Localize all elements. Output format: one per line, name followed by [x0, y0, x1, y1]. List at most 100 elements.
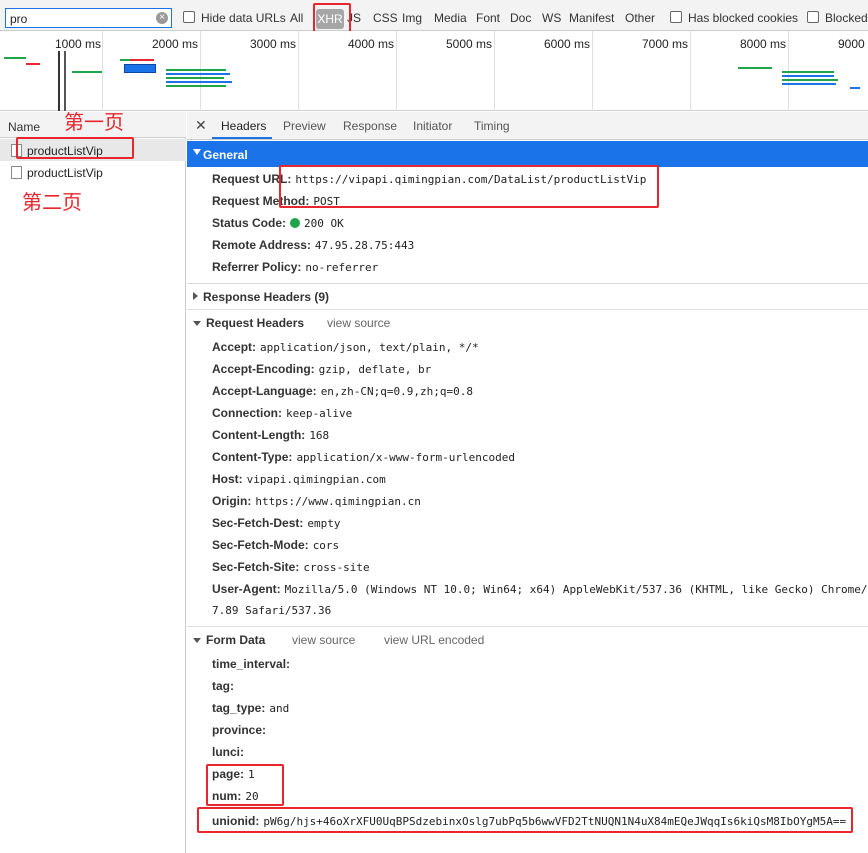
header-key: Accept-Encoding: — [212, 362, 315, 376]
header-value: https://www.qimingpian.cn — [255, 495, 421, 508]
header-key: Connection: — [212, 406, 282, 420]
form-data-row: tag_type: and — [212, 701, 289, 715]
request-header-row: Sec-Fetch-Dest: empty — [212, 516, 340, 530]
general-referrer-policy: Referrer Policy: no-referrer — [212, 260, 378, 274]
header-key: Status Code: — [212, 216, 287, 230]
request-headers-title: Request Headers — [206, 316, 305, 330]
header-key: Origin: — [212, 494, 252, 508]
active-tab-indicator — [212, 137, 272, 139]
form-data-view-url-encoded-link[interactable]: view URL encoded — [384, 633, 484, 647]
request-header-row: Sec-Fetch-Mode: cors — [212, 538, 339, 552]
form-key: time_interval: — [212, 657, 291, 671]
request-list-pane: Name productListVip productListVip — [0, 112, 186, 853]
timeline-overview[interactable]: 1000 ms 2000 ms 3000 ms 4000 ms 5000 ms … — [0, 31, 868, 111]
form-data-view-source-link[interactable]: view source — [292, 633, 355, 647]
tab-response[interactable]: Response — [343, 119, 397, 133]
hide-data-urls-checkbox[interactable] — [183, 11, 195, 23]
clear-filter-icon[interactable]: × — [156, 12, 168, 24]
header-value: cors — [312, 539, 340, 552]
header-key: Content-Type: — [212, 450, 293, 464]
timeline-tick: 6000 ms — [544, 37, 591, 51]
header-value: application/json, text/plain, */* — [260, 341, 479, 354]
request-url-highlight-box — [279, 165, 659, 208]
form-data-section[interactable]: Form Data — [193, 633, 265, 647]
request-headers-view-source-link[interactable]: view source — [327, 316, 390, 330]
request-header-row: Origin: https://www.qimingpian.cn — [212, 494, 421, 508]
filter-input[interactable]: pro × — [5, 8, 172, 28]
filter-toolbar: pro × Hide data URLs All XHR JS CSS Img … — [0, 0, 868, 31]
header-key: Sec-Fetch-Site: — [212, 560, 300, 574]
request-row[interactable]: productListVip — [0, 161, 186, 183]
type-filter-all[interactable]: All — [290, 11, 303, 25]
type-filter-doc[interactable]: Doc — [510, 11, 531, 25]
name-column-label: Name — [8, 120, 41, 134]
timeline-marker — [58, 51, 60, 111]
annotation-page-two: 第二页 — [22, 190, 82, 214]
tab-headers[interactable]: Headers — [221, 119, 266, 133]
timeline-bar — [782, 75, 834, 77]
header-value: no-referrer — [305, 261, 379, 274]
header-key: Remote Address: — [212, 238, 311, 252]
timeline-bar — [782, 79, 838, 81]
header-value: gzip, deflate, br — [318, 363, 432, 376]
request-name: productListVip — [27, 166, 103, 180]
header-key: Referrer Policy: — [212, 260, 302, 274]
request-header-row: Content-Length: 168 — [212, 428, 329, 442]
request-header-row: Accept: application/json, text/plain, */* — [212, 340, 479, 354]
type-filter-font[interactable]: Font — [476, 11, 500, 25]
timeline-tick: 7000 ms — [642, 37, 689, 51]
form-value: and — [269, 702, 290, 715]
timeline-bar — [782, 71, 834, 73]
form-data-row: tag: — [212, 679, 238, 693]
response-headers-section[interactable]: Response Headers (9) — [193, 290, 329, 304]
timeline-tick: 9000 — [838, 37, 865, 51]
type-filter-css[interactable]: CSS — [373, 11, 398, 25]
header-value: vipapi.qimingpian.com — [246, 473, 386, 486]
type-filter-img[interactable]: Img — [402, 11, 422, 25]
header-value: cross-site — [303, 561, 370, 574]
header-key: Sec-Fetch-Mode: — [212, 538, 309, 552]
tab-initiator[interactable]: Initiator — [413, 119, 452, 133]
timeline-bar — [130, 59, 154, 61]
close-details-icon[interactable]: ✕ — [195, 117, 207, 134]
section-divider — [187, 309, 868, 310]
timeline-gridline — [494, 31, 495, 111]
first-request-highlight-box — [16, 137, 134, 159]
timeline-bar — [4, 57, 26, 59]
form-data-row: province: — [212, 723, 270, 737]
status-ok-icon — [290, 218, 301, 228]
timeline-gridline — [396, 31, 397, 111]
form-key: tag: — [212, 679, 234, 693]
document-icon — [11, 166, 22, 179]
type-filter-media[interactable]: Media — [434, 11, 467, 25]
request-header-row: Accept-Language: en,zh-CN;q=0.9,zh;q=0.8 — [212, 384, 473, 398]
type-filter-manifest[interactable]: Manifest — [569, 11, 614, 25]
filter-input-value: pro — [10, 12, 28, 26]
page-num-highlight-box — [206, 764, 284, 806]
timeline-tick: 5000 ms — [446, 37, 493, 51]
type-filter-ws[interactable]: WS — [542, 11, 561, 25]
annotation-page-one: 第一页 — [64, 110, 124, 134]
tab-preview[interactable]: Preview — [283, 119, 326, 133]
collapsed-arrow-icon — [193, 292, 198, 300]
request-header-row: Accept-Encoding: gzip, deflate, br — [212, 362, 431, 376]
expand-arrow-icon — [193, 638, 201, 643]
has-blocked-cookies-checkbox[interactable] — [670, 11, 682, 23]
request-headers-section[interactable]: Request Headers — [193, 316, 304, 330]
header-key: Accept: — [212, 340, 257, 354]
section-divider — [187, 283, 868, 284]
general-section-header[interactable]: General — [187, 141, 868, 167]
timeline-tick: 8000 ms — [740, 37, 787, 51]
timeline-tick: 2000 ms — [152, 37, 199, 51]
timeline-bar — [120, 59, 130, 61]
header-value: application/x-www-form-urlencoded — [296, 451, 515, 464]
timeline-bar — [738, 67, 772, 69]
type-filter-other[interactable]: Other — [625, 11, 655, 25]
blocked-requests-checkbox[interactable] — [807, 11, 819, 23]
tab-timing[interactable]: Timing — [474, 119, 510, 133]
has-blocked-cookies-label: Has blocked cookies — [688, 11, 799, 25]
request-header-row: Sec-Fetch-Site: cross-site — [212, 560, 370, 574]
form-data-title: Form Data — [206, 633, 266, 647]
general-remote-address: Remote Address: 47.95.28.75:443 — [212, 238, 414, 252]
expand-arrow-icon — [193, 149, 201, 155]
